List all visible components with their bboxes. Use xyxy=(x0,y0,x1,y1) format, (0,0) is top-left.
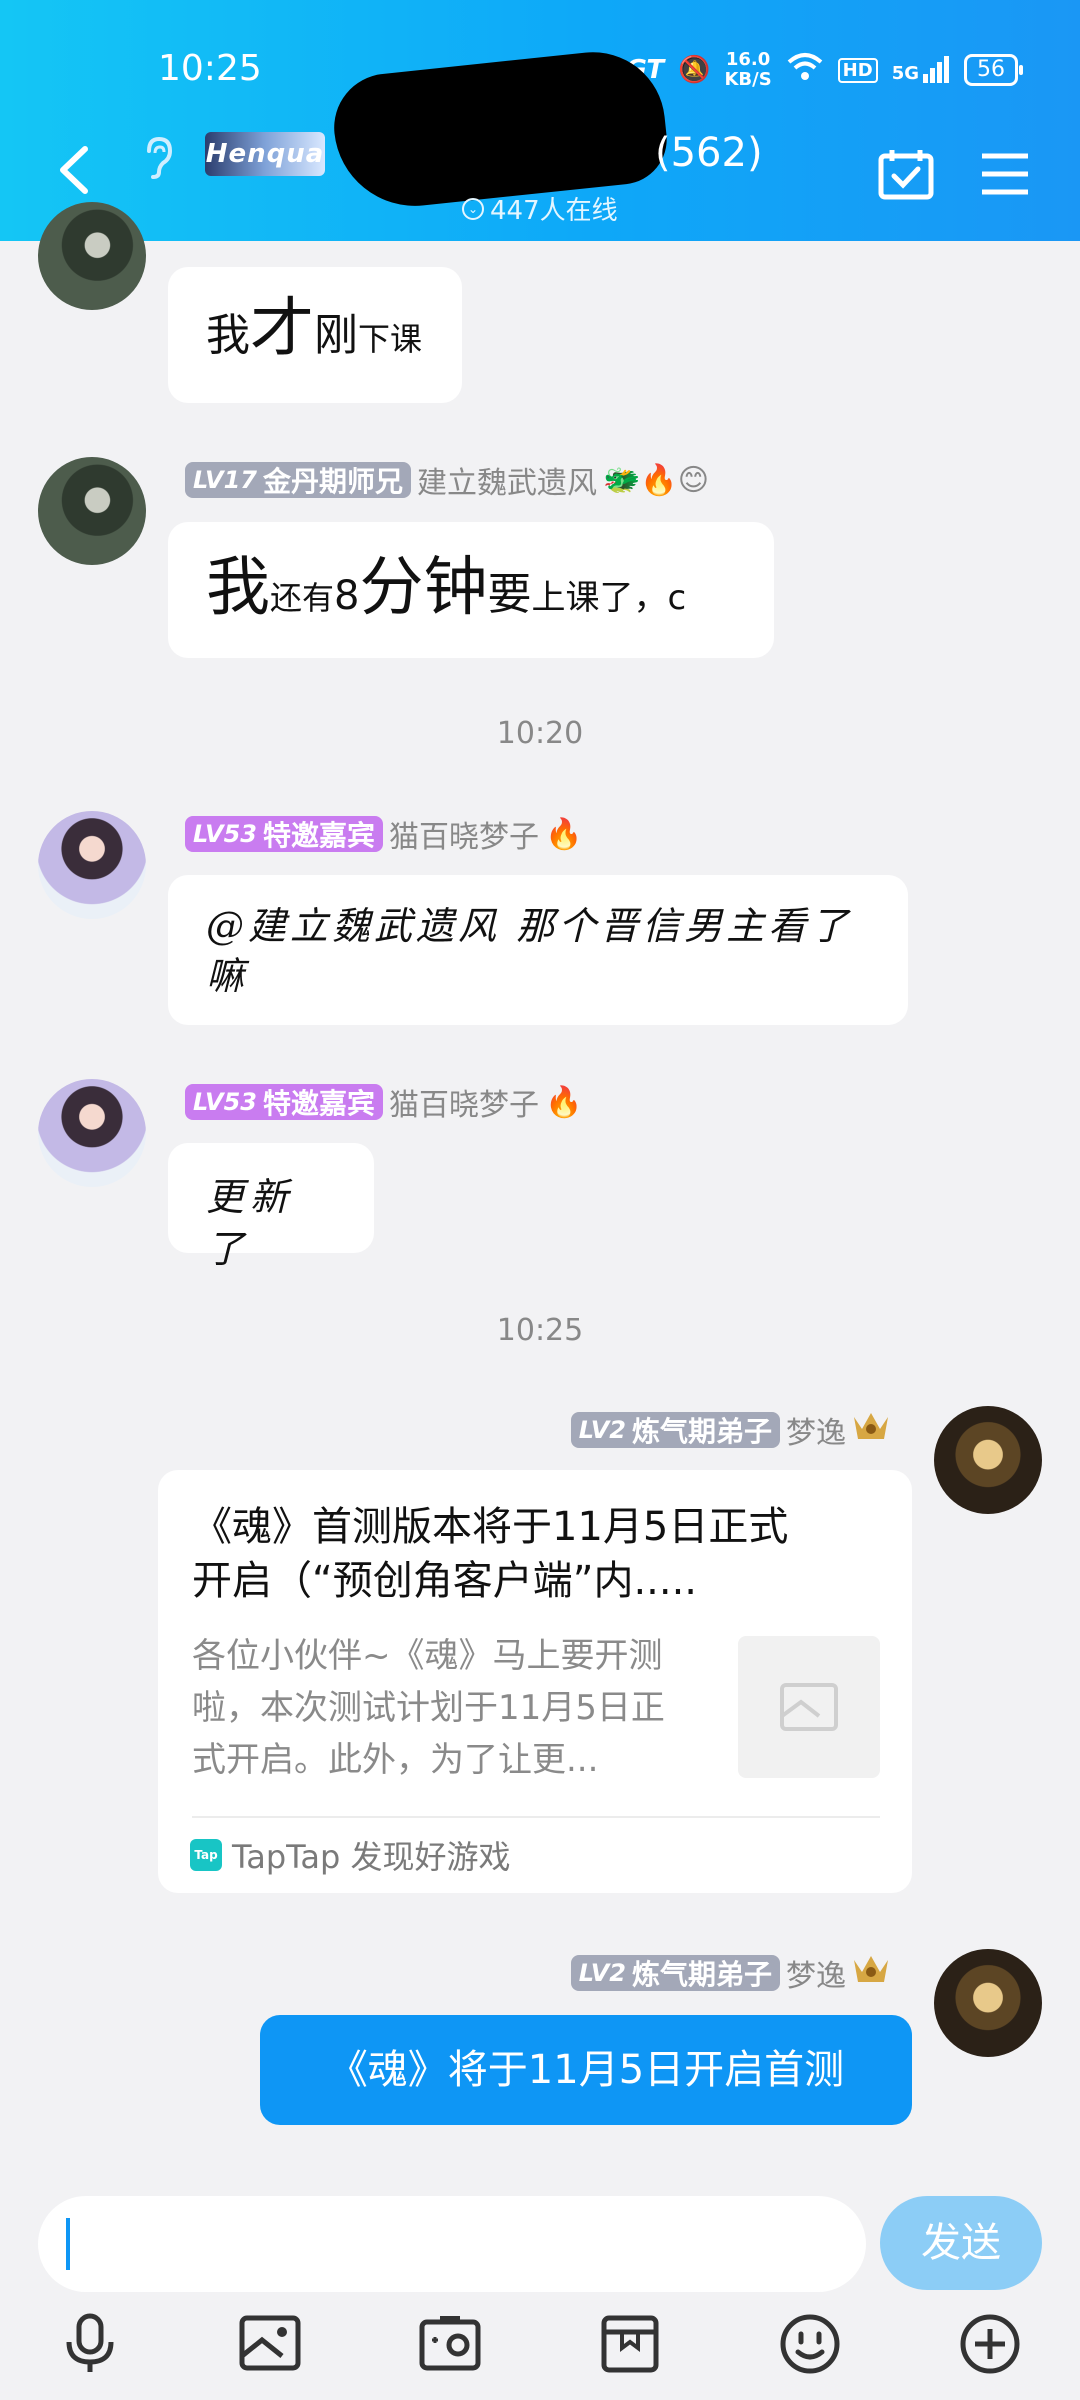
net-speed: 16.0 KB/S xyxy=(724,49,772,90)
fire-badge-icon: 🔥 xyxy=(544,1084,583,1120)
link-card[interactable]: 《魂》首测版本将于11月5日正式 开启（“预创角客户端”内..... 各位小伙伴… xyxy=(158,1470,912,1893)
message-text-segment: 要 xyxy=(487,569,532,620)
sender-meta: LV2 炼气期弟子 梦逸 xyxy=(570,1408,890,1452)
crown-badge-icon xyxy=(852,1952,890,1994)
avatar[interactable] xyxy=(38,457,146,565)
mute-bell-icon: 🔕 xyxy=(678,55,711,85)
member-count[interactable]: (562) xyxy=(655,130,763,176)
level-badge: LV2 炼气期弟子 xyxy=(570,1412,780,1448)
send-button[interactable]: 发送 xyxy=(880,2196,1042,2290)
message-text-segment: 分钟 xyxy=(359,551,488,625)
crown-badge-icon xyxy=(852,1409,890,1451)
sender-meta: LV2 炼气期弟子 梦逸 xyxy=(570,1951,890,1995)
message-text: @建立魏武遗风 那个晋信男主看了嘛 xyxy=(206,904,853,998)
message-bubble[interactable]: 我还有 8 分钟要上课了， c xyxy=(168,522,774,658)
card-thumbnail xyxy=(738,1636,880,1778)
card-title: 《魂》首测版本将于11月5日正式 开启（“预创角客户端”内..... xyxy=(192,1504,789,1604)
sender-meta: LV53 特邀嘉宾 猫百晓梦子 🔥 xyxy=(185,812,582,856)
signal-5g: 5G xyxy=(892,56,950,84)
message-text: 我还有 8 分钟要上课了， c xyxy=(206,536,686,628)
message-bubble[interactable]: 更新了 xyxy=(168,1143,374,1271)
message-text-segment: 才 xyxy=(250,292,314,366)
sender-nickname[interactable]: 梦逸 xyxy=(786,1408,846,1452)
card-description: 各位小伙伴~《魂》马上要开测 啦，本次测试计划于11月5日正 式开启。此外，为了… xyxy=(192,1636,665,1780)
message-text-segment: 下课 xyxy=(358,320,423,358)
message-text-segment: 我 xyxy=(206,551,270,625)
chevron-down-circle-icon: ⌄ xyxy=(462,197,484,220)
message-text-segment: 我 xyxy=(206,310,250,361)
time-separator: 10:25 xyxy=(496,1313,584,1348)
level-badge: LV2 炼气期弟子 xyxy=(570,1955,780,1991)
avatar[interactable] xyxy=(38,202,146,310)
sender-meta: LV17 金丹期师兄 建立魏武遗风 🐲🔥😊 xyxy=(185,458,709,502)
image-icon[interactable] xyxy=(238,2312,302,2376)
message-text-segment: c xyxy=(667,578,687,618)
fire-badge-icon: 🔥 xyxy=(544,816,583,852)
wifi-icon xyxy=(786,52,824,89)
image-placeholder-icon xyxy=(780,1683,838,1731)
hd-badge: HD xyxy=(837,57,878,83)
message-input[interactable] xyxy=(38,2196,866,2292)
menu-icon[interactable] xyxy=(980,152,1030,196)
message-text-segment: 上课了， xyxy=(531,578,668,618)
sender-nickname[interactable]: 梦逸 xyxy=(786,1951,846,1995)
sender-meta: LV53 特邀嘉宾 猫百晓梦子 🔥 xyxy=(185,1080,582,1124)
back-icon[interactable] xyxy=(55,145,95,194)
message-text-segment: 8 xyxy=(334,573,360,619)
message-text: 我才刚下课 xyxy=(206,277,422,369)
gift-box-icon[interactable] xyxy=(598,2312,662,2376)
message-bubble[interactable]: 《魂》将于11月5日开启首测 xyxy=(260,2015,912,2125)
message-bubble[interactable]: 我才刚下课 xyxy=(168,267,462,403)
level-badge: LV17 金丹期师兄 xyxy=(185,462,411,498)
sender-nickname[interactable]: 建立魏武遗风 xyxy=(417,458,597,502)
avatar[interactable] xyxy=(934,1406,1042,1514)
status-icons: GT 🔕 16.0 KB/S HD 5G 56 xyxy=(625,49,1023,90)
emoji-icon[interactable] xyxy=(778,2312,842,2376)
sender-nickname[interactable]: 猫百晓梦子 xyxy=(389,812,539,856)
taptap-logo: Tap xyxy=(190,1839,222,1871)
group-logo: Henqua xyxy=(205,132,325,176)
text-caret xyxy=(66,2218,70,2270)
ear-icon[interactable] xyxy=(143,136,173,188)
microphone-icon[interactable] xyxy=(58,2312,122,2376)
status-time: 10:25 xyxy=(158,48,262,89)
online-count[interactable]: ⌄ 447人在线 xyxy=(462,190,618,227)
avatar[interactable] xyxy=(38,811,146,919)
camera-icon[interactable] xyxy=(418,2312,482,2376)
message-text-segment: 还有 xyxy=(270,579,335,617)
message-text: 更新了 xyxy=(206,1175,295,1271)
level-badge: LV53 特邀嘉宾 xyxy=(185,1084,383,1120)
sender-nickname[interactable]: 猫百晓梦子 xyxy=(389,1080,539,1124)
message-text: 《魂》将于11月5日开启首测 xyxy=(327,2047,845,2093)
level-badge: LV53 特邀嘉宾 xyxy=(185,816,383,852)
avatar[interactable] xyxy=(934,1949,1042,2057)
card-divider xyxy=(192,1816,880,1818)
plus-icon[interactable] xyxy=(958,2312,1022,2376)
honor-badges-icon: 🐲🔥😊 xyxy=(602,462,709,498)
card-source: Tap TapTap 发现好游戏 xyxy=(190,1832,511,1878)
time-separator: 10:20 xyxy=(496,716,584,751)
avatar[interactable] xyxy=(38,1079,146,1187)
calendar-check-icon[interactable] xyxy=(878,148,934,200)
battery-indicator: 56 xyxy=(964,54,1023,86)
message-bubble[interactable]: @建立魏武遗风 那个晋信男主看了嘛 xyxy=(168,875,908,1025)
message-text-segment: 刚 xyxy=(314,310,358,361)
